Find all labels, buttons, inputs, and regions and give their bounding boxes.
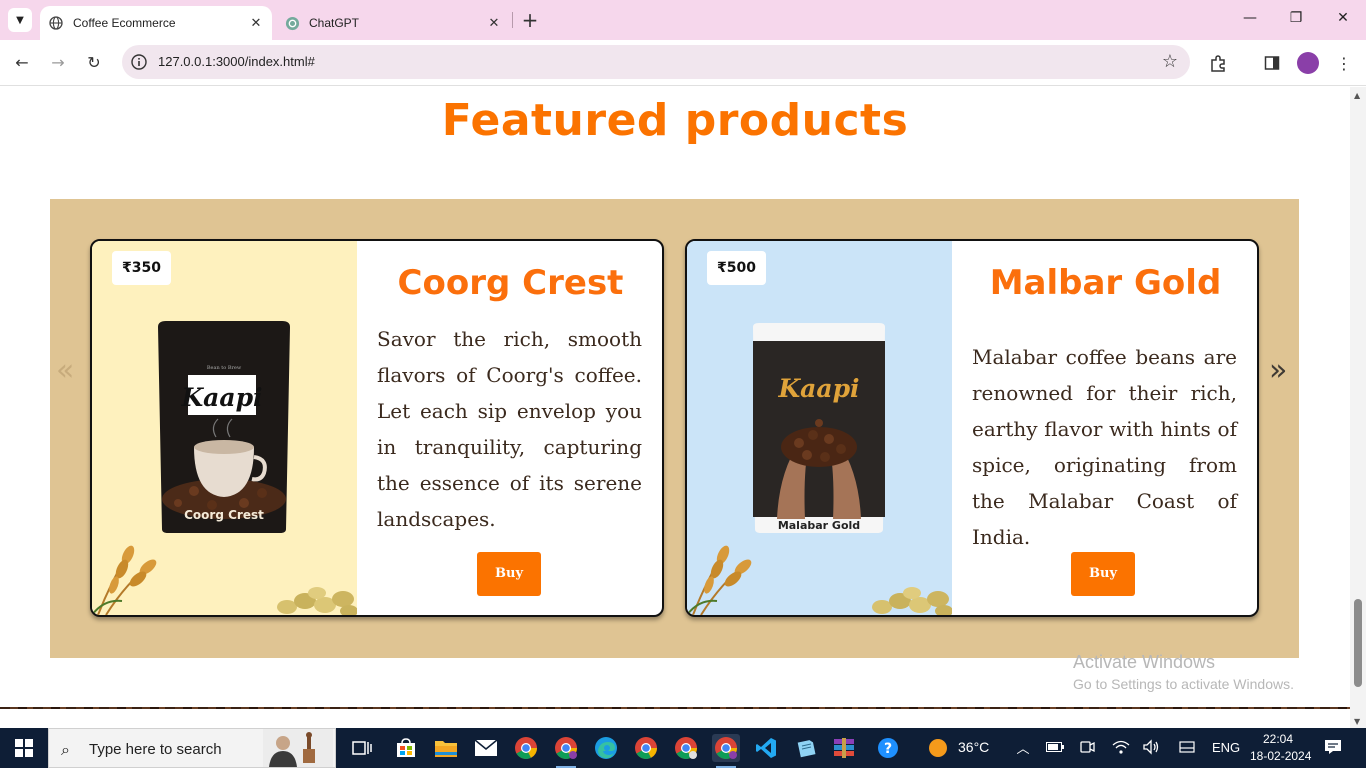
browser-tab-strip: ▼ Coffee Ecommerce ✕ ChatGPT ✕ + — ❐ ✕ bbox=[0, 0, 1366, 40]
battery-icon[interactable] bbox=[1046, 738, 1064, 756]
tab-chatgpt[interactable]: ChatGPT ✕ bbox=[276, 6, 510, 40]
task-view-icon[interactable] bbox=[348, 734, 376, 762]
notepad-icon[interactable] bbox=[792, 734, 820, 762]
bag-label: Coorg Crest bbox=[184, 508, 264, 522]
url-text[interactable]: 127.0.0.1:3000/index.html# bbox=[158, 54, 315, 69]
tab-coffee-ecommerce[interactable]: Coffee Ecommerce ✕ bbox=[40, 6, 272, 40]
tab-separator bbox=[512, 12, 513, 28]
browser-toolbar: ← → ↻ 127.0.0.1:3000/index.html# ☆ ⋮ bbox=[0, 40, 1366, 86]
tab-title: ChatGPT bbox=[309, 16, 360, 30]
product-description: Malabar coffee beans are renowned for th… bbox=[972, 345, 1237, 549]
watermark-title: Activate Windows bbox=[1073, 652, 1216, 672]
vscode-icon[interactable] bbox=[752, 734, 780, 762]
tab-title: Coffee Ecommerce bbox=[73, 16, 176, 30]
coffee-beans-footer-banner bbox=[0, 707, 1350, 709]
product-info-panel: Coorg Crest Savor the rich, smooth flavo… bbox=[357, 241, 662, 615]
microsoft-store-icon[interactable] bbox=[392, 734, 420, 762]
winrar-icon[interactable] bbox=[830, 734, 858, 762]
bag-label: Malabar Gold bbox=[778, 519, 860, 532]
window-close-icon[interactable]: ✕ bbox=[1333, 10, 1353, 26]
buy-button[interactable]: Buy bbox=[477, 552, 541, 596]
coffee-beans-decoration bbox=[872, 587, 952, 615]
featured-products-heading: Featured products bbox=[441, 95, 909, 146]
clock-date[interactable]: 18-02-2024 bbox=[1250, 749, 1311, 763]
wifi-icon[interactable] bbox=[1112, 738, 1130, 756]
chrome-profile-2-icon[interactable] bbox=[632, 734, 660, 762]
scroll-up-icon[interactable]: ▲ bbox=[1354, 91, 1360, 100]
notifications-icon[interactable] bbox=[1324, 738, 1342, 756]
chrome-profile-icon[interactable] bbox=[552, 734, 580, 768]
extensions-puzzle-icon[interactable] bbox=[1208, 53, 1228, 73]
product-card: ₹500 Kaapi Malabar Gold Malbar Gold Mala… bbox=[685, 239, 1259, 617]
product-image-panel: ₹500 Kaapi Malabar Gold bbox=[687, 241, 952, 615]
language-indicator[interactable]: ENG bbox=[1212, 740, 1240, 755]
coffee-beans-decoration bbox=[277, 587, 357, 615]
mail-icon[interactable] bbox=[472, 734, 500, 762]
svg-text:?: ? bbox=[884, 741, 892, 757]
weather-temperature[interactable]: 36°C bbox=[958, 739, 989, 755]
chrome-active-icon[interactable] bbox=[712, 734, 740, 768]
search-icon: ⌕ bbox=[61, 740, 70, 759]
site-info-icon[interactable] bbox=[130, 53, 148, 71]
close-tab-icon[interactable]: ✕ bbox=[246, 15, 266, 31]
file-explorer-icon[interactable] bbox=[432, 734, 460, 762]
side-panel-icon[interactable] bbox=[1262, 53, 1282, 73]
windows-taskbar: ⌕ Type here to search ? 36°C ︿ ENG 22:04… bbox=[0, 728, 1366, 768]
bag-tagline: Bean to Brew bbox=[207, 365, 242, 371]
price-badge: ₹350 bbox=[112, 251, 171, 285]
carousel-prev-arrow[interactable]: « bbox=[56, 351, 74, 391]
back-arrow-icon[interactable]: ← bbox=[11, 52, 33, 74]
forward-arrow-icon[interactable]: → bbox=[47, 52, 69, 74]
close-tab-icon[interactable]: ✕ bbox=[484, 15, 504, 31]
restore-icon[interactable]: ❐ bbox=[1286, 10, 1306, 26]
bag-brand: Kaapi bbox=[777, 374, 859, 403]
chatgpt-icon bbox=[284, 15, 300, 31]
globe-icon bbox=[48, 15, 64, 31]
wheat-decoration bbox=[687, 545, 752, 615]
product-info-panel: Malbar Gold Malabar coffee beans are ren… bbox=[952, 241, 1257, 615]
clock-time[interactable]: 22:04 bbox=[1263, 732, 1293, 746]
product-carousel: « » ₹350 Bean to Brew Kaapi Coorg Crest … bbox=[50, 199, 1299, 658]
minimize-icon[interactable]: — bbox=[1240, 10, 1260, 26]
scrollbar-thumb[interactable] bbox=[1354, 599, 1362, 687]
coffee-bag-image: Bean to Brew Kaapi Coorg Crest bbox=[158, 321, 290, 533]
reload-icon[interactable]: ↻ bbox=[83, 52, 105, 74]
volume-icon[interactable] bbox=[1142, 738, 1160, 756]
page-viewport: Featured products « » ₹350 Bean to Brew … bbox=[0, 87, 1350, 709]
activate-windows-watermark: Activate Windows Go to Settings to activ… bbox=[1073, 652, 1294, 692]
new-tab-plus-icon[interactable]: + bbox=[520, 10, 540, 30]
buy-button[interactable]: Buy bbox=[1071, 552, 1135, 596]
search-highlight-image bbox=[263, 729, 333, 767]
search-placeholder: Type here to search bbox=[89, 741, 222, 758]
price-badge: ₹500 bbox=[707, 251, 766, 285]
tab-search-chevron-icon[interactable]: ▼ bbox=[8, 8, 32, 32]
coffee-bag-image: Kaapi Malabar Gold bbox=[753, 323, 885, 533]
page-scrollbar[interactable]: ▲ ▼ bbox=[1350, 87, 1366, 728]
scroll-down-icon[interactable]: ▼ bbox=[1354, 717, 1360, 726]
wheat-decoration bbox=[92, 545, 157, 615]
chrome-profile-3-icon[interactable] bbox=[672, 734, 700, 762]
product-name: Coorg Crest bbox=[397, 263, 624, 303]
keyboard-layout-icon[interactable] bbox=[1178, 738, 1196, 756]
carousel-next-arrow[interactable]: » bbox=[1269, 351, 1287, 391]
watermark-subtitle: Go to Settings to activate Windows. bbox=[1073, 676, 1294, 692]
show-hidden-icons-chevron-icon[interactable]: ︿ bbox=[1014, 738, 1032, 757]
product-card: ₹350 Bean to Brew Kaapi Coorg Crest Coor… bbox=[90, 239, 664, 617]
address-bar[interactable]: 127.0.0.1:3000/index.html# ☆ bbox=[122, 45, 1190, 79]
meet-now-icon[interactable] bbox=[1078, 738, 1096, 756]
product-name: Malbar Gold bbox=[989, 263, 1222, 303]
chrome-icon[interactable] bbox=[512, 734, 540, 762]
product-image-panel: ₹350 Bean to Brew Kaapi Coorg Crest bbox=[92, 241, 357, 615]
weather-sun-icon[interactable] bbox=[924, 734, 952, 762]
taskbar-search-box[interactable]: ⌕ Type here to search bbox=[48, 728, 336, 768]
windows-start-icon[interactable] bbox=[0, 728, 48, 768]
bag-brand: Kaapi bbox=[180, 383, 262, 412]
product-description: Savor the rich, smooth flavors of Coorg'… bbox=[377, 327, 642, 531]
help-icon[interactable]: ? bbox=[874, 734, 902, 762]
profile-avatar[interactable] bbox=[1297, 52, 1319, 74]
edge-icon[interactable] bbox=[592, 734, 620, 762]
more-menu-icon[interactable]: ⋮ bbox=[1334, 53, 1354, 73]
bookmark-star-icon[interactable]: ☆ bbox=[1162, 51, 1178, 72]
